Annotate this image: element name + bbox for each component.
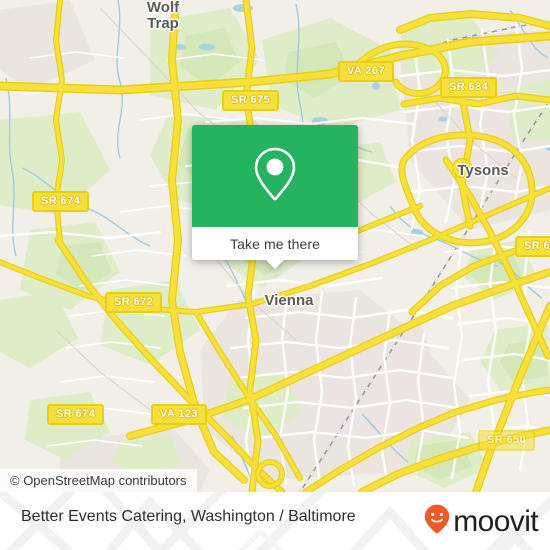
osm-attribution[interactable]: © OpenStreetMap contributors <box>0 469 197 492</box>
moovit-smiley-pin-icon <box>424 504 450 539</box>
route-shield-sr-650-south: SR 650 <box>478 430 536 451</box>
map-canvas[interactable]: .road-cas{fill:none;stroke:#e8cf14;strok… <box>0 0 550 492</box>
route-shield-va-123: VA 123 <box>151 404 207 425</box>
route-shield-va-267: VA 267 <box>338 61 394 82</box>
footer-bar: Better Events Catering, Washington / Bal… <box>0 492 550 550</box>
moovit-logo[interactable]: moovit <box>424 504 539 539</box>
take-me-there-popup[interactable]: Take me there <box>192 125 358 269</box>
route-shield-sr-674-south: SR 674 <box>47 404 105 425</box>
route-shield-sr-675: SR 675 <box>222 90 280 111</box>
popup-header <box>192 125 358 227</box>
route-shield-sr-672: SR 672 <box>105 292 163 313</box>
popup-action-bar[interactable]: Take me there <box>192 227 358 260</box>
route-shield-sr-650-east: SR 650 <box>515 236 550 257</box>
page-title: Better Events Catering, Washington / Bal… <box>21 508 356 525</box>
route-shield-sr-684: SR 684 <box>440 77 498 98</box>
take-me-there-label: Take me there <box>229 235 320 252</box>
route-shield-sr-674-north: SR 674 <box>32 191 90 212</box>
moovit-map-screenshot: .road-cas{fill:none;stroke:#e8cf14;strok… <box>0 0 550 550</box>
moovit-wordmark: moovit <box>453 504 538 538</box>
popup-pointer <box>266 260 284 269</box>
map-pin-icon <box>252 145 298 208</box>
